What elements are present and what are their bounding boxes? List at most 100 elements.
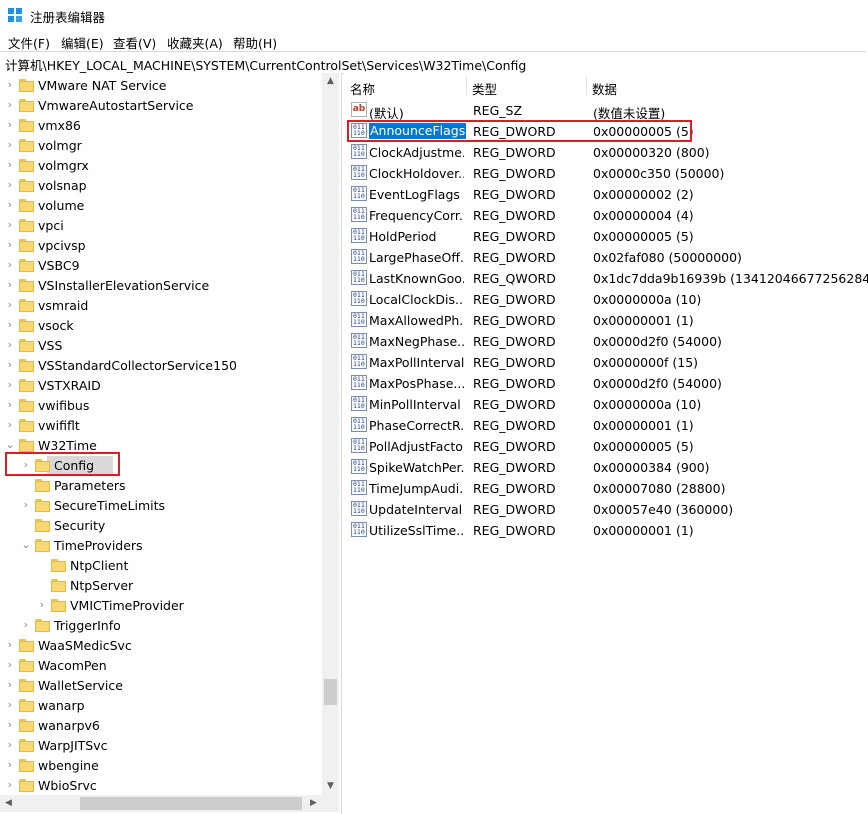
value-row[interactable]: 011 110 ClockAdjustme... REG_DWORD 0x0000032… — [344, 141, 868, 162]
column-header-data[interactable]: 数据 — [586, 73, 868, 97]
tree-item[interactable]: › VSBC9 — [0, 255, 322, 275]
tree-item[interactable]: Parameters — [0, 475, 322, 495]
value-row[interactable]: 011 110 MinPollInterval REG_DWORD 0x0000000a… — [344, 393, 868, 414]
tree-item[interactable]: › vpci — [0, 215, 322, 235]
value-row[interactable]: ab (默认) REG_SZ (数值未设置) — [344, 99, 868, 121]
value-row[interactable]: 011 110 TimeJumpAudi... REG_DWORD 0x00007080… — [344, 477, 868, 498]
value-row[interactable]: 011 110 LargePhaseOff... REG_DWORD 0x02faf08… — [344, 246, 868, 267]
chevron-right-icon[interactable]: › — [5, 318, 15, 332]
chevron-right-icon[interactable]: › — [21, 618, 31, 632]
value-row[interactable]: 011 110 LocalClockDis... REG_DWORD 0x0000000… — [344, 288, 868, 309]
value-row[interactable]: 011 110 SpikeWatchPer... REG_DWORD 0x0000038… — [344, 456, 868, 477]
tree-item[interactable]: › vwifibus — [0, 395, 322, 415]
chevron-right-icon[interactable]: › — [5, 718, 15, 732]
value-row[interactable]: 011 110 ClockHoldover... REG_DWORD 0x0000c35… — [344, 162, 868, 183]
tree-item[interactable]: › volmgrx — [0, 155, 322, 175]
tree-item[interactable]: › volmgr — [0, 135, 322, 155]
column-header-name[interactable]: 名称 — [344, 73, 466, 97]
scroll-down-arrow-icon[interactable]: ▼ — [322, 778, 339, 795]
menu-help[interactable]: 帮助(H) — [233, 33, 277, 52]
tree-hscroll-thumb[interactable] — [80, 797, 302, 810]
value-row[interactable]: 011 110 LastKnownGoo... REG_QWORD 0x1dc7dda9… — [344, 267, 868, 288]
value-row[interactable]: 011 110 EventLogFlags REG_DWORD 0x00000002 (… — [344, 183, 868, 204]
chevron-right-icon[interactable]: › — [5, 278, 15, 292]
chevron-right-icon[interactable]: › — [5, 258, 15, 272]
chevron-right-icon[interactable]: › — [5, 98, 15, 112]
menu-edit[interactable]: 编辑(E) — [61, 33, 104, 52]
tree-item[interactable]: › wbengine — [0, 755, 322, 775]
menu-favorites[interactable]: 收藏夹(A) — [167, 33, 223, 52]
tree-item[interactable]: › vpcivsp — [0, 235, 322, 255]
value-row[interactable]: 011 110 HoldPeriod REG_DWORD 0x00000005 (5) — [344, 225, 868, 246]
chevron-right-icon[interactable]: › — [5, 758, 15, 772]
chevron-down-icon[interactable]: ⌄ — [5, 438, 15, 452]
column-header-type[interactable]: 类型 — [466, 73, 586, 97]
chevron-right-icon[interactable]: › — [21, 498, 31, 512]
chevron-right-icon[interactable]: › — [5, 418, 15, 432]
tree-item[interactable]: › SecureTimeLimits — [0, 495, 322, 515]
tree-item[interactable]: › VSTXRAID — [0, 375, 322, 395]
tree-item[interactable]: › WaaSMedicSvc — [0, 635, 322, 655]
chevron-right-icon[interactable]: › — [5, 358, 15, 372]
value-row[interactable]: 011 110 UpdateInterval REG_DWORD 0x00057e40 … — [344, 498, 868, 519]
menu-file[interactable]: 文件(F) — [8, 33, 50, 52]
chevron-right-icon[interactable]: › — [5, 138, 15, 152]
value-row[interactable]: 011 110 FrequencyCorr... REG_DWORD 0x0000000… — [344, 204, 868, 225]
chevron-right-icon[interactable]: › — [5, 218, 15, 232]
tree-item[interactable]: › volume — [0, 195, 322, 215]
chevron-right-icon[interactable]: › — [5, 658, 15, 672]
tree-item[interactable]: › vmx86 — [0, 115, 322, 135]
address-path[interactable]: 计算机\HKEY_LOCAL_MACHINE\SYSTEM\CurrentCon… — [5, 55, 526, 74]
value-row[interactable]: 011 110 PollAdjustFactor REG_DWORD 0x0000000… — [344, 435, 868, 456]
value-row[interactable]: 011 110 PhaseCorrectR... REG_DWORD 0x0000000… — [344, 414, 868, 435]
tree-item[interactable]: › VSInstallerElevationService — [0, 275, 322, 295]
chevron-right-icon[interactable]: › — [37, 598, 47, 612]
tree-item[interactable]: ⌄ TimeProviders — [0, 535, 322, 555]
scroll-right-arrow-icon[interactable]: ▶ — [305, 795, 322, 812]
tree-item[interactable]: › WalletService — [0, 675, 322, 695]
tree-item[interactable]: › WacomPen — [0, 655, 322, 675]
tree-item[interactable]: NtpServer — [0, 575, 322, 595]
tree-item[interactable]: › vsock — [0, 315, 322, 335]
chevron-right-icon[interactable]: › — [5, 638, 15, 652]
tree-item[interactable]: Security — [0, 515, 322, 535]
tree-item[interactable]: NtpClient — [0, 555, 322, 575]
chevron-right-icon[interactable]: › — [5, 78, 15, 92]
value-row[interactable]: 011 110 MaxPollInterval REG_DWORD 0x0000000f… — [344, 351, 868, 372]
tree-item[interactable]: › vsmraid — [0, 295, 322, 315]
chevron-right-icon[interactable]: › — [5, 738, 15, 752]
tree-item[interactable]: › wanarpv6 — [0, 715, 322, 735]
chevron-right-icon[interactable]: › — [5, 678, 15, 692]
tree-item[interactable]: › VSStandardCollectorService150 — [0, 355, 322, 375]
chevron-right-icon[interactable]: › — [5, 158, 15, 172]
tree-item[interactable]: › vwififlt — [0, 415, 322, 435]
chevron-down-icon[interactable]: ⌄ — [21, 538, 31, 552]
chevron-right-icon[interactable]: › — [5, 398, 15, 412]
scroll-left-arrow-icon[interactable]: ◀ — [0, 795, 17, 812]
chevron-right-icon[interactable]: › — [5, 238, 15, 252]
tree-vscroll-thumb[interactable] — [324, 679, 337, 705]
tree-item[interactable]: › TriggerInfo — [0, 615, 322, 635]
tree-item[interactable]: › volsnap — [0, 175, 322, 195]
tree-item[interactable]: › WarpJITSvc — [0, 735, 322, 755]
menu-view[interactable]: 查看(V) — [113, 33, 156, 52]
value-row[interactable]: 011 110 MaxAllowedPh... REG_DWORD 0x00000001… — [344, 309, 868, 330]
scroll-up-arrow-icon[interactable]: ▲ — [322, 73, 339, 90]
chevron-right-icon[interactable]: › — [5, 298, 15, 312]
tree-item[interactable]: › VmwareAutostartService — [0, 95, 322, 115]
tree-item[interactable]: › VMICTimeProvider — [0, 595, 322, 615]
chevron-right-icon[interactable]: › — [5, 338, 15, 352]
chevron-right-icon[interactable]: › — [5, 118, 15, 132]
tree-item[interactable]: › VSS — [0, 335, 322, 355]
chevron-right-icon[interactable]: › — [5, 178, 15, 192]
tree-vertical-scrollbar[interactable]: ▲ ▼ — [322, 73, 339, 795]
tree-horizontal-scrollbar[interactable]: ◀ ▶ — [0, 795, 322, 812]
tree-item[interactable]: › VMware NAT Service — [0, 75, 322, 95]
tree-item[interactable]: › wanarp — [0, 695, 322, 715]
chevron-right-icon[interactable]: › — [5, 378, 15, 392]
value-row[interactable]: 011 110 MaxNegPhase... REG_DWORD 0x0000d2f0 … — [344, 330, 868, 351]
chevron-right-icon[interactable]: › — [5, 778, 15, 792]
chevron-right-icon[interactable]: › — [5, 198, 15, 212]
tree-item[interactable]: › WbioSrvc — [0, 775, 322, 795]
address-bar[interactable]: 计算机\HKEY_LOCAL_MACHINE\SYSTEM\CurrentCon… — [0, 51, 866, 74]
